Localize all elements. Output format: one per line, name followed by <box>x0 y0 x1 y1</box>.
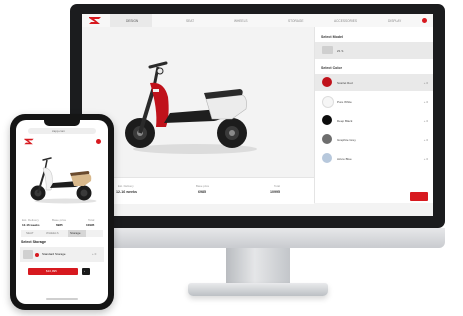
nav-item-accessories[interactable]: ACCESSORIES <box>334 19 357 23</box>
top-nav: DESIGN SEAT WHEELS STORAGE ACCESSORIES D… <box>82 14 433 28</box>
url-bar[interactable]: zapp.com <box>28 128 96 134</box>
nav-item-design[interactable]: DESIGN <box>126 19 138 23</box>
model-thumbnail-icon <box>322 46 333 54</box>
checkout-button[interactable] <box>410 192 428 201</box>
color-option-price: + 0 <box>423 81 428 85</box>
brand-logo[interactable] <box>23 138 35 145</box>
spec-label: Base price <box>52 218 67 222</box>
color-swatch-black <box>322 115 332 125</box>
phone-notch <box>44 120 80 126</box>
buy-button[interactable]: $10,995 <box>28 268 78 275</box>
color-option[interactable]: Scarlet Red + 0 <box>315 74 433 91</box>
color-option-name: Pure White <box>337 100 352 104</box>
color-swatch-grey <box>322 134 332 144</box>
config-sidebar: Select Model Z1 S Select Color Scarlet R… <box>314 27 433 203</box>
color-swatch-white <box>322 96 334 108</box>
spec-value: 12-16 weeks <box>116 190 137 194</box>
select-model-heading: Select Model <box>321 35 343 39</box>
monitor-stand-base <box>188 283 328 296</box>
tab-seat[interactable]: SEAT <box>26 232 34 235</box>
color-swatch-blue <box>322 153 332 163</box>
model-option[interactable]: Z1 S <box>315 42 433 59</box>
spec-value: 6985 <box>198 190 206 194</box>
spec-value: 10995 <box>86 223 95 227</box>
home-indicator[interactable] <box>46 298 78 300</box>
monitor-stand-neck <box>226 248 290 284</box>
section-heading: Select Storage <box>21 240 46 244</box>
color-option-name: Scarlet Red <box>337 81 353 85</box>
nav-item-display[interactable]: DISPLAY <box>388 19 401 23</box>
spec-bar: Est. Delivery 12-16 weeks Base price 698… <box>82 177 314 204</box>
storage-option-price: + 0 <box>92 252 97 256</box>
selected-indicator-icon <box>35 253 39 257</box>
spec-label: Est. Delivery <box>22 218 39 222</box>
nav-item-seat[interactable]: SEAT <box>186 19 194 23</box>
color-option-price: + 0 <box>423 138 428 142</box>
color-swatch-red <box>322 77 332 87</box>
spec-label: Total <box>88 218 95 222</box>
scooter-image[interactable] <box>28 152 98 208</box>
color-option[interactable]: Azure Blue + 0 <box>315 150 433 167</box>
spec-value: 6985 <box>56 223 63 227</box>
tab-storage[interactable]: Storage <box>70 232 81 235</box>
scooter-image[interactable] <box>120 57 260 157</box>
tab-wheels[interactable]: WHEELS <box>46 232 59 235</box>
share-button[interactable]: › <box>82 268 90 275</box>
spec-value: 10995 <box>270 190 280 194</box>
storage-option-name: Standard Storage <box>42 252 66 256</box>
arrow-right-icon: › <box>84 269 85 273</box>
nav-item-wheels[interactable]: WHEELS <box>234 19 247 23</box>
color-option[interactable]: Graphite Grey + 0 <box>315 131 433 148</box>
color-option-price: + 0 <box>423 119 428 123</box>
storage-option[interactable]: Standard Storage + 0 <box>20 247 104 262</box>
url-text: zapp.com <box>52 128 66 133</box>
color-option[interactable]: Pure White + 0 <box>315 93 433 110</box>
storage-thumbnail-icon <box>23 250 33 259</box>
monitor-chin <box>70 228 445 248</box>
spec-label: Base price <box>196 184 210 188</box>
spec-label: Total <box>274 184 280 188</box>
color-option[interactable]: Deep Black + 0 <box>315 112 433 129</box>
total-price: $10,995 <box>46 269 57 273</box>
brand-logo[interactable] <box>88 16 102 25</box>
nav-item-storage[interactable]: STORAGE <box>288 19 304 23</box>
spec-label: Est. Delivery <box>118 184 134 188</box>
color-option-name: Azure Blue <box>337 157 352 161</box>
color-option-name: Deep Black <box>337 119 353 123</box>
select-color-heading: Select Color <box>321 66 342 70</box>
mobile-webpage: zapp.com Est. Delivery 12-16 weeks Base … <box>16 120 108 304</box>
cart-icon[interactable] <box>422 18 427 23</box>
desktop-webpage: DESIGN SEAT WHEELS STORAGE ACCESSORIES D… <box>82 14 433 216</box>
color-option-name: Graphite Grey <box>337 138 356 142</box>
model-option-name: Z1 S <box>337 49 344 53</box>
product-stage <box>82 27 314 177</box>
cart-icon[interactable] <box>96 139 101 144</box>
spec-value: 12-16 weeks <box>22 223 40 227</box>
color-option-price: + 0 <box>423 157 428 161</box>
color-option-price: + 0 <box>423 100 428 104</box>
